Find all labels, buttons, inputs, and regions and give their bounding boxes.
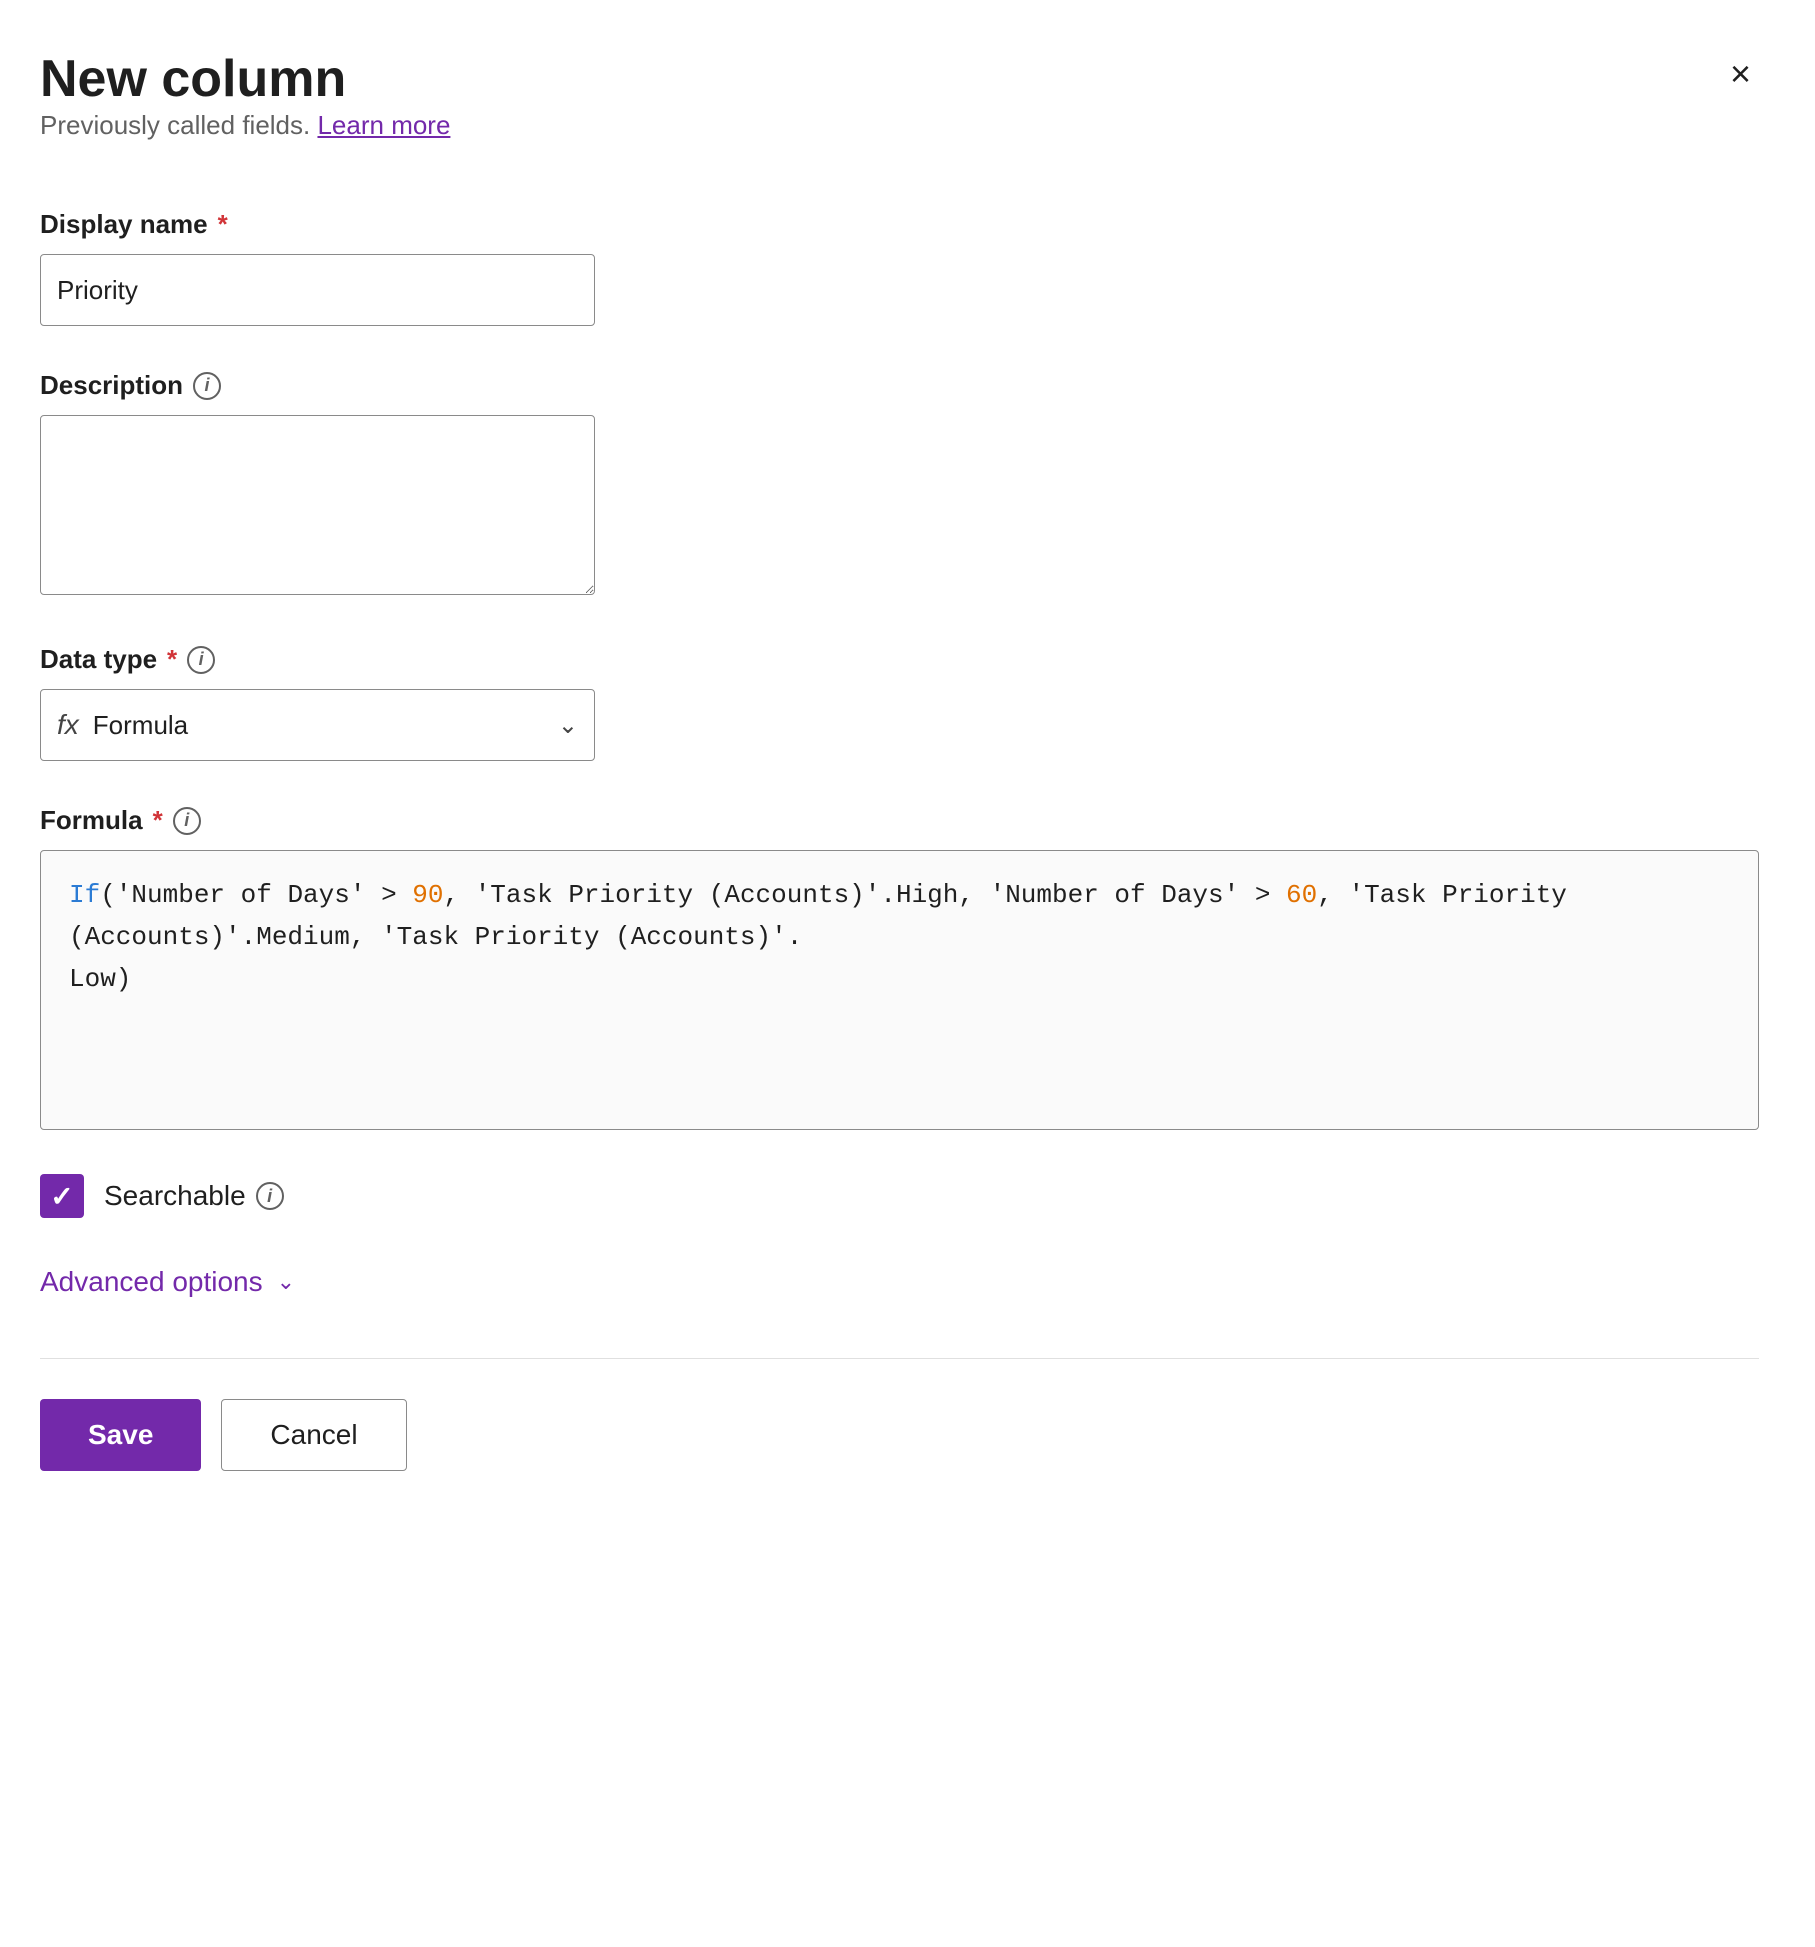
checkmark-icon: ✓	[50, 1180, 73, 1213]
formula-info-icon[interactable]: i	[173, 807, 201, 835]
data-type-select[interactable]: fx Formula ⌄	[40, 689, 595, 761]
required-star-formula: *	[153, 805, 163, 836]
data-type-label: Data type * i	[40, 644, 1759, 675]
dialog-subtitle: Previously called fields. Learn more	[40, 110, 450, 141]
chevron-down-icon: ⌄	[558, 711, 578, 740]
searchable-label: Searchable i	[104, 1180, 284, 1212]
searchable-info-icon[interactable]: i	[256, 1182, 284, 1210]
formula-content: If('Number of Days' > 90, 'Task Priority…	[69, 875, 1730, 1000]
description-info-icon[interactable]: i	[193, 372, 221, 400]
description-label: Description i	[40, 370, 1759, 401]
formula-section: Formula * i If('Number of Days' > 90, 'T…	[40, 805, 1759, 1130]
description-section: Description i	[40, 370, 1759, 600]
number-90: 90	[412, 880, 443, 910]
close-button[interactable]: ×	[1722, 48, 1759, 100]
formula-label: Formula * i	[40, 805, 1759, 836]
learn-more-link[interactable]: Learn more	[317, 110, 450, 140]
advanced-options-row[interactable]: Advanced options ⌄	[40, 1266, 1759, 1298]
display-name-input[interactable]	[40, 254, 595, 326]
if-keyword: If	[69, 880, 100, 910]
subtitle-text: Previously called fields.	[40, 110, 310, 140]
display-name-section: Display name *	[40, 209, 1759, 326]
display-name-label: Display name *	[40, 209, 1759, 240]
advanced-chevron-down-icon: ⌄	[277, 1269, 295, 1295]
data-type-value: Formula	[93, 710, 558, 741]
footer-buttons: Save Cancel	[40, 1399, 1759, 1471]
footer-divider	[40, 1358, 1759, 1359]
close-icon: ×	[1730, 56, 1751, 92]
advanced-options-label: Advanced options	[40, 1266, 263, 1298]
data-type-section: Data type * i fx Formula ⌄	[40, 644, 1759, 761]
required-star-display-name: *	[218, 209, 228, 240]
description-textarea[interactable]	[40, 415, 595, 595]
fx-icon: fx	[57, 709, 79, 741]
header-left: New column Previously called fields. Lea…	[40, 48, 450, 201]
searchable-row: ✓ Searchable i	[40, 1174, 1759, 1218]
new-column-dialog: New column Previously called fields. Lea…	[0, 0, 1815, 1947]
save-button[interactable]: Save	[40, 1399, 201, 1471]
data-type-info-icon[interactable]: i	[187, 646, 215, 674]
required-star-data-type: *	[167, 644, 177, 675]
dialog-header: New column Previously called fields. Lea…	[40, 48, 1759, 201]
dialog-title: New column	[40, 48, 450, 110]
searchable-checkbox[interactable]: ✓	[40, 1174, 84, 1218]
number-60: 60	[1286, 880, 1317, 910]
cancel-button[interactable]: Cancel	[221, 1399, 406, 1471]
formula-editor[interactable]: If('Number of Days' > 90, 'Task Priority…	[40, 850, 1759, 1130]
